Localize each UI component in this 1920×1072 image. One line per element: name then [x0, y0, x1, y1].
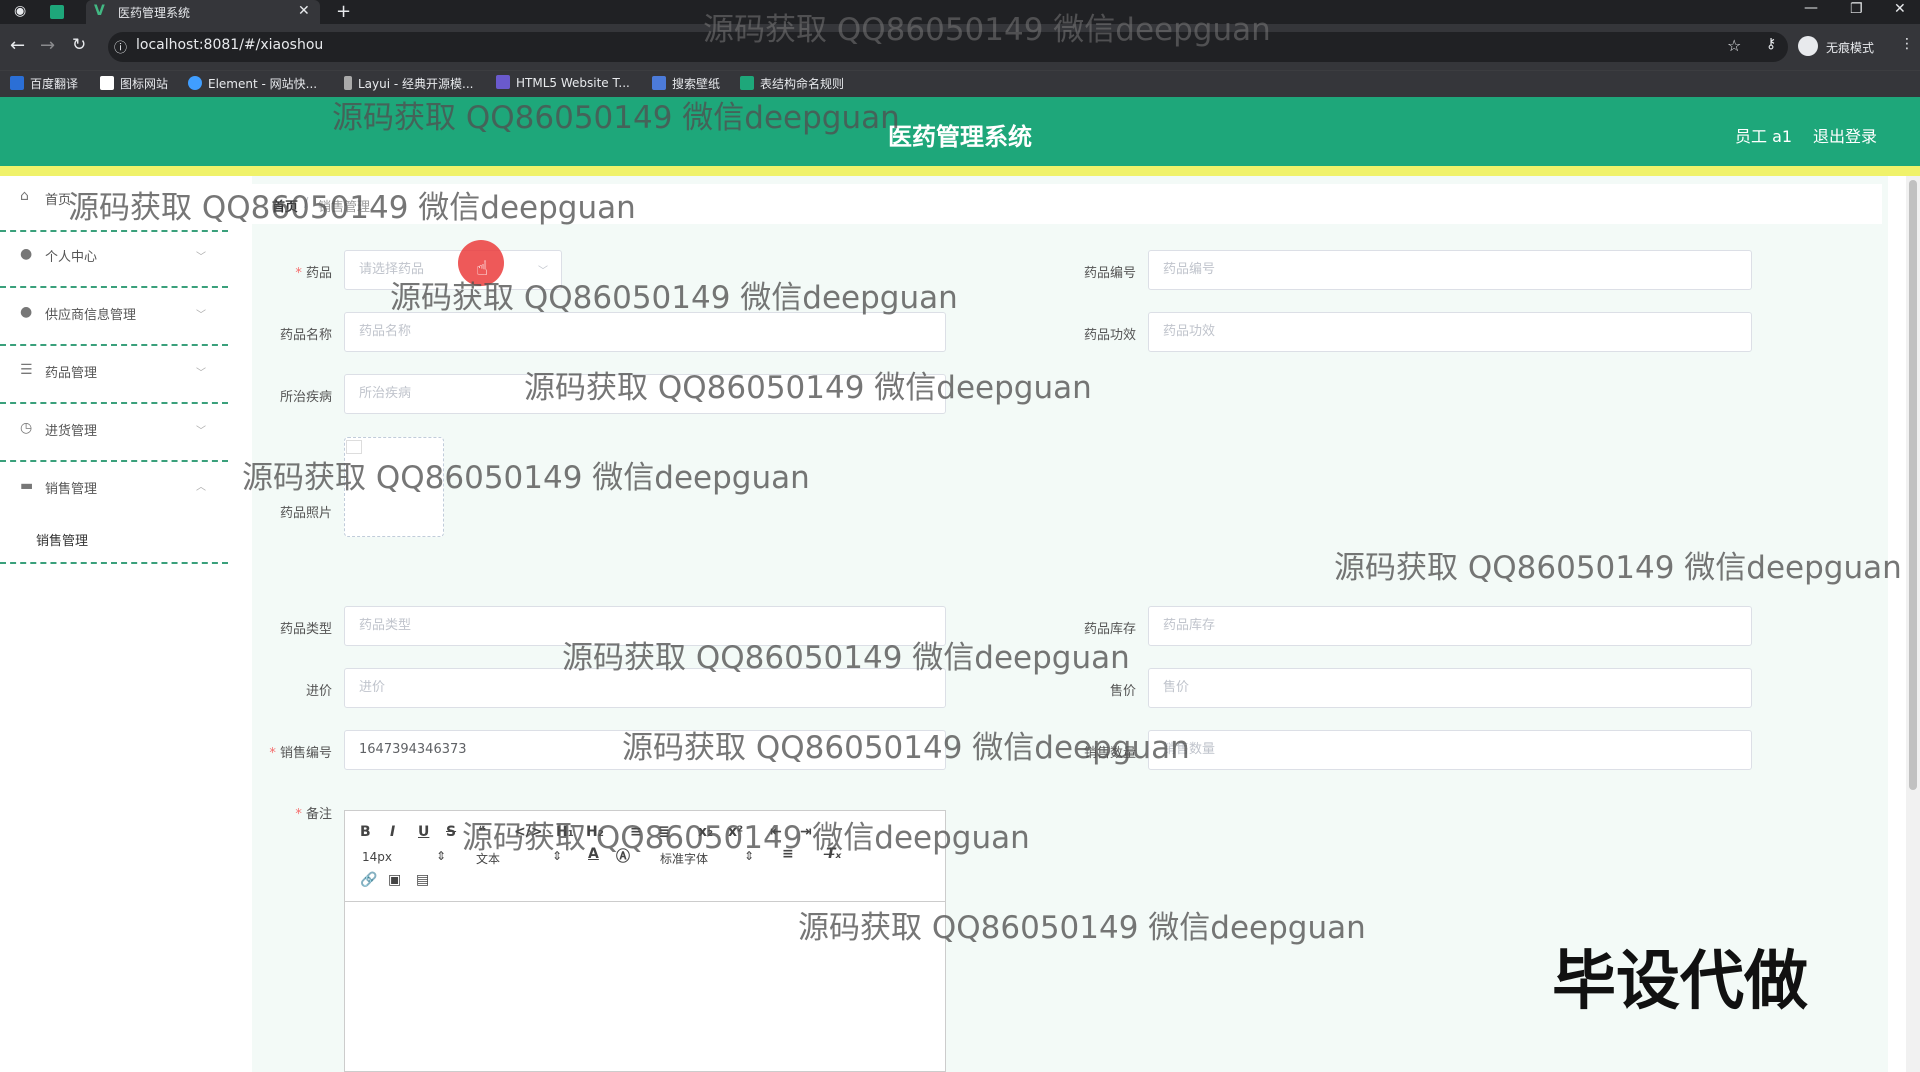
window-close-icon[interactable]: ✕	[1894, 1, 1906, 17]
photo-label: 药品照片	[279, 506, 332, 521]
price-label: 售价	[1109, 684, 1136, 699]
tab-favicon-icon	[50, 5, 64, 19]
drug-effect-label: 药品功效	[1083, 328, 1136, 343]
watermark-text: 源码获取 QQ86050149 微信deepguan	[562, 640, 1130, 676]
sidebar-item-purchase[interactable]	[0, 406, 228, 462]
drug-select-label: * 药品	[295, 266, 332, 281]
font-size-select[interactable]: 14px	[362, 850, 392, 864]
profile-label[interactable]: 无痕模式	[1826, 39, 1874, 56]
bookmark-item[interactable]: HTML5 Website T...	[496, 75, 630, 90]
strikethrough-icon[interactable]: S	[446, 824, 456, 840]
sidebar-item-label: 药品管理	[45, 366, 98, 381]
bold-icon[interactable]: B	[360, 824, 371, 840]
watermark-text: 源码获取 QQ86050149 微信deepguan	[798, 910, 1366, 946]
chevron-down-icon: ﹀	[196, 426, 206, 437]
chevron-down-icon: ﹀	[196, 252, 206, 263]
bookmark-item[interactable]: 搜索壁纸	[652, 75, 720, 92]
chevron-down-icon: ﹀	[196, 368, 206, 379]
layui-icon	[344, 76, 352, 90]
sidebar-item-label: 个人中心	[45, 250, 98, 265]
sidebar-subitem-sales[interactable]: 销售管理	[36, 530, 88, 549]
key-icon[interactable]: ⚷	[1766, 36, 1776, 52]
clock-icon: ◷	[20, 420, 33, 436]
wallpaper-icon	[652, 76, 666, 90]
html5-icon	[496, 75, 510, 89]
chevron-updown-icon: ⇕	[436, 849, 447, 863]
translate-icon	[10, 76, 24, 90]
header-accent-bar	[0, 166, 1920, 176]
watermark-text: 源码获取 QQ86050149 微信deepguan	[524, 370, 1092, 406]
user-icon: ●	[20, 304, 33, 320]
bookmark-item[interactable]: Layui - 经典开源模...	[344, 75, 473, 92]
watermark-text: 源码获取 QQ86050149 微信deepguan	[390, 280, 958, 316]
promo-stamp: 毕设代做	[1552, 945, 1808, 1019]
tab-close-icon[interactable]: ✕	[298, 3, 310, 19]
watermark-text: 源码获取 QQ86050149 微信deepguan	[68, 190, 636, 226]
home-icon: ⌂	[20, 188, 29, 204]
scrollbar-thumb[interactable]	[1909, 180, 1917, 790]
chevron-up-icon: ︿	[196, 482, 206, 493]
tab-title: 医药管理系统	[118, 6, 191, 20]
incognito-icon	[1798, 36, 1818, 56]
watermark-text: 源码获取 QQ86050149 微信deepguan	[622, 730, 1190, 766]
price-field[interactable]: 售价	[1148, 668, 1752, 708]
info-icon[interactable]: ⓘ	[114, 37, 127, 56]
bookmark-item[interactable]: 百度翻译	[10, 75, 78, 92]
table-icon	[740, 76, 754, 90]
back-icon[interactable]: ←	[10, 35, 25, 56]
stock-field[interactable]: 药品库存	[1148, 606, 1752, 646]
drug-code-field[interactable]: 药品编号	[1148, 250, 1752, 290]
sidebar-item-label: 销售管理	[45, 482, 98, 497]
sale-no-label: * 销售编号	[269, 746, 332, 761]
underline-icon[interactable]: U	[418, 824, 429, 840]
watermark-text: 源码获取 QQ86050149 微信deepguan	[462, 820, 1030, 856]
image-icon[interactable]: ▣	[388, 872, 401, 888]
disease-label: 所治疾病	[279, 390, 332, 405]
watermark-text: 源码获取 QQ86050149 微信deepguan	[1334, 550, 1902, 586]
video-icon[interactable]: ▤	[416, 872, 429, 888]
restore-icon[interactable]: ❐	[1850, 1, 1863, 17]
reload-icon[interactable]: ↻	[72, 35, 86, 55]
bookmark-item[interactable]: 表结构命名规则	[740, 75, 844, 92]
list-icon: ☰	[20, 362, 33, 378]
browser-logo-icon: ◉	[14, 3, 27, 19]
drug-type-label: 药品类型	[279, 622, 332, 637]
vue-favicon-icon: V	[94, 3, 105, 19]
sidebar-item-label: 供应商信息管理	[45, 308, 137, 323]
chevron-down-icon: ﹀	[196, 310, 206, 321]
more-icon[interactable]: ⋮	[1900, 36, 1914, 52]
app-title: 医药管理系统	[888, 123, 1032, 151]
sidebar-item-sales[interactable]	[0, 464, 228, 564]
cost-label: 进价	[305, 684, 332, 699]
current-user: 员工 a1	[1735, 127, 1793, 146]
forward-icon[interactable]: →	[40, 35, 55, 56]
drug-name-label: 药品名称	[279, 328, 332, 343]
watermark-text: 源码获取 QQ86050149 微信deepguan	[703, 12, 1271, 48]
watermark-text: 源码获取 QQ86050149 微信deepguan	[242, 460, 810, 496]
drug-code-label: 药品编号	[1083, 266, 1136, 281]
briefcase-icon: ▬	[20, 478, 34, 494]
watermark-text: 源码获取 QQ86050149 微信deepguan	[332, 100, 900, 136]
bookmark-item[interactable]: Element - 网站快...	[188, 75, 317, 92]
user-icon: ●	[20, 246, 33, 262]
link-icon[interactable]: 🔗	[360, 872, 377, 888]
new-tab-icon[interactable]: +	[336, 1, 351, 22]
drug-name-field[interactable]: 药品名称	[344, 312, 946, 352]
sidebar-item-profile[interactable]	[0, 232, 228, 288]
star-icon[interactable]: ☆	[1727, 36, 1741, 55]
drug-effect-field[interactable]: 药品功效	[1148, 312, 1752, 352]
logout-button[interactable]: 退出登录	[1813, 123, 1877, 147]
flag-icon	[100, 76, 114, 90]
element-icon	[188, 76, 202, 90]
sidebar-item-drugs[interactable]	[0, 348, 228, 404]
minimize-icon[interactable]: —	[1804, 0, 1818, 16]
sale-qty-field[interactable]: 销售数量	[1148, 730, 1752, 770]
italic-icon[interactable]: I	[390, 824, 395, 840]
sidebar-item-label: 进货管理	[45, 424, 98, 439]
remark-label: * 备注	[295, 807, 332, 822]
url-text: localhost:8081/#/xiaoshou	[136, 37, 324, 53]
bookmark-item[interactable]: 图标网站	[100, 75, 168, 92]
